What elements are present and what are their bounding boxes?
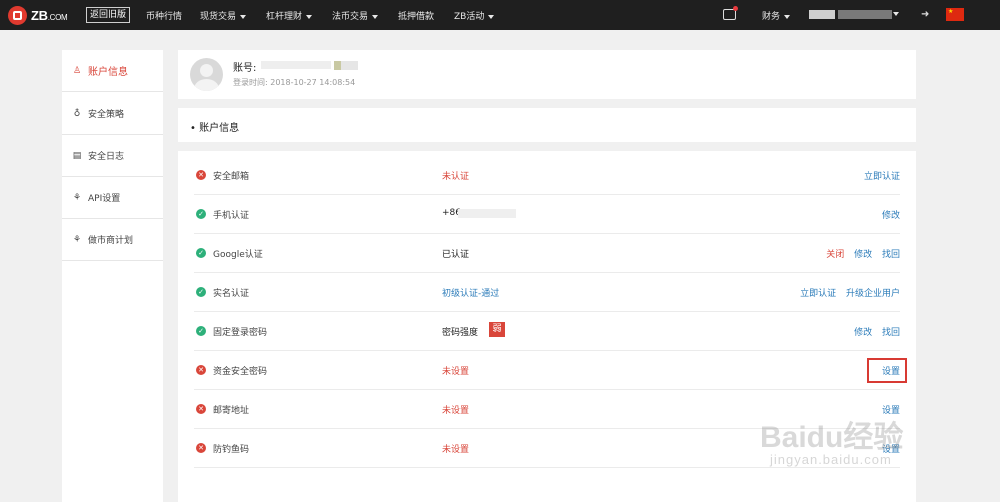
password-strength-badge: 弱	[489, 322, 505, 337]
row-phone: ✓ 手机认证 +86 修改	[194, 195, 900, 234]
sidebar-item-security-policy[interactable]: ♁ 安全策略	[62, 93, 163, 135]
sidebar-item-label: 做市商计划	[88, 236, 134, 246]
row-name: 手机认证	[213, 211, 250, 221]
chevron-down-icon	[372, 14, 379, 19]
account-level-badge	[334, 61, 358, 70]
sidebar-item-label: 安全日志	[88, 152, 125, 162]
check-icon: ✓	[196, 287, 206, 297]
logout-icon[interactable]: ➜	[921, 10, 930, 20]
zb-logo-icon	[8, 5, 27, 25]
row-name: 固定登录密码	[213, 328, 268, 338]
nav-market[interactable]: 币种行情	[146, 9, 182, 22]
row-google-auth: ✓ Google认证 已认证 关闭 修改 找回	[194, 234, 900, 273]
check-icon: ✓	[196, 326, 206, 336]
row-value: 密码强度	[442, 328, 479, 338]
recover-link[interactable]: 找回	[882, 250, 900, 260]
zb-logo[interactable]: ZB.COM	[8, 5, 68, 25]
close-link[interactable]: 关闭	[826, 250, 844, 260]
error-icon: ✕	[196, 404, 206, 414]
sidebar-item-market-maker[interactable]: ⚘ 做市商计划	[62, 219, 163, 261]
account-summary-card: 账号: 登录时间: 2018-10-27 14:08:54	[178, 50, 916, 99]
return-old-version-button[interactable]: 返回旧版	[86, 7, 131, 23]
chevron-down-icon	[893, 11, 899, 16]
notification-dot	[733, 6, 738, 11]
row-real-name: ✓ 实名认证 初级认证-通过 立即认证 升级企业用户	[194, 273, 900, 312]
user-menu-toggle[interactable]	[889, 9, 899, 19]
user-icon: ♙	[72, 65, 82, 76]
section-header: • 账户信息	[178, 108, 916, 142]
check-icon: ✓	[196, 248, 206, 258]
row-name: 防钓鱼码	[213, 445, 250, 455]
watermark-url: jingyan.baidu.com	[770, 452, 892, 467]
nav-otc[interactable]: 法币交易	[332, 9, 379, 22]
recover-link[interactable]: 找回	[882, 328, 900, 338]
nav-loan[interactable]: 抵押借款	[398, 9, 434, 22]
row-login-password: ✓ 固定登录密码 密码强度 弱 修改 找回	[194, 312, 900, 351]
upgrade-enterprise-link[interactable]: 升级企业用户	[846, 289, 900, 299]
error-icon: ✕	[196, 443, 206, 453]
row-name: 资金安全密码	[213, 367, 268, 377]
china-flag-icon[interactable]: ★	[946, 8, 964, 21]
chevron-down-icon	[306, 14, 313, 19]
last-login-time: 登录时间: 2018-10-27 14:08:54	[233, 78, 356, 87]
sidebar-item-account-info[interactable]: ♙ 账户信息	[62, 50, 163, 92]
sidebar-item-api-settings[interactable]: ⚘ API设置	[62, 177, 163, 219]
avatar[interactable]	[190, 58, 223, 91]
api-icon: ⚘	[72, 192, 82, 203]
error-icon: ✕	[196, 170, 206, 180]
nav-spot-trade[interactable]: 现货交易	[200, 9, 247, 22]
chevron-down-icon	[240, 14, 247, 19]
sidebar-item-label: API设置	[88, 194, 121, 204]
phone-number-redacted	[458, 209, 516, 218]
document-icon: ▤	[72, 150, 82, 161]
modify-link[interactable]: 修改	[854, 328, 872, 338]
row-name: 实名认证	[213, 289, 250, 299]
row-value[interactable]: 初级认证-通过	[442, 286, 499, 299]
row-value: 未设置	[442, 445, 470, 455]
row-value: 未认证	[442, 172, 470, 182]
user-uid-badge[interactable]	[809, 10, 835, 19]
nav-activity[interactable]: ZB活动	[454, 9, 495, 22]
account-label: 账号:	[233, 63, 257, 74]
verify-now-link[interactable]: 立即认证	[800, 289, 836, 299]
top-nav-bar: ZB.COM 返回旧版 币种行情 现货交易 杠杆理财 法币交易 抵押借款 ZB活…	[0, 0, 1000, 30]
section-title: • 账户信息	[190, 123, 240, 134]
watermark: Baidu经验	[760, 421, 904, 454]
row-value: 已认证	[442, 250, 470, 260]
nav-finance[interactable]: 财务	[762, 9, 791, 22]
row-security-email: ✕ 安全邮箱 未认证 立即认证	[194, 156, 900, 195]
chevron-down-icon	[784, 14, 791, 19]
nav-margin[interactable]: 杠杆理财	[266, 9, 313, 22]
row-fund-password: ✕ 资金安全密码 未设置 设置	[194, 351, 900, 390]
sidebar: ♙ 账户信息 ♁ 安全策略 ▤ 安全日志 ⚘ API设置 ⚘ 做市商计划	[62, 50, 163, 502]
logo-text: ZB.COM	[31, 7, 68, 23]
sidebar-item-security-log[interactable]: ▤ 安全日志	[62, 135, 163, 177]
row-name: 安全邮箱	[213, 172, 250, 182]
check-icon: ✓	[196, 209, 206, 219]
bulb-icon: ♁	[73, 108, 81, 119]
chevron-down-icon	[488, 14, 495, 19]
highlight-box	[867, 358, 907, 383]
sidebar-item-label: 账户信息	[88, 67, 128, 78]
row-value: 未设置	[442, 406, 470, 416]
modify-link[interactable]: 修改	[854, 250, 872, 260]
row-name: Google认证	[213, 250, 263, 260]
verify-now-link[interactable]: 立即认证	[864, 172, 900, 182]
error-icon: ✕	[196, 365, 206, 375]
modify-link[interactable]: 修改	[882, 211, 900, 221]
row-value: 未设置	[442, 367, 470, 377]
account-id-redacted	[261, 61, 331, 69]
row-name: 邮寄地址	[213, 406, 250, 416]
market-maker-icon: ⚘	[72, 234, 82, 245]
user-name-redacted[interactable]	[838, 10, 892, 19]
sidebar-item-label: 安全策略	[88, 110, 125, 120]
